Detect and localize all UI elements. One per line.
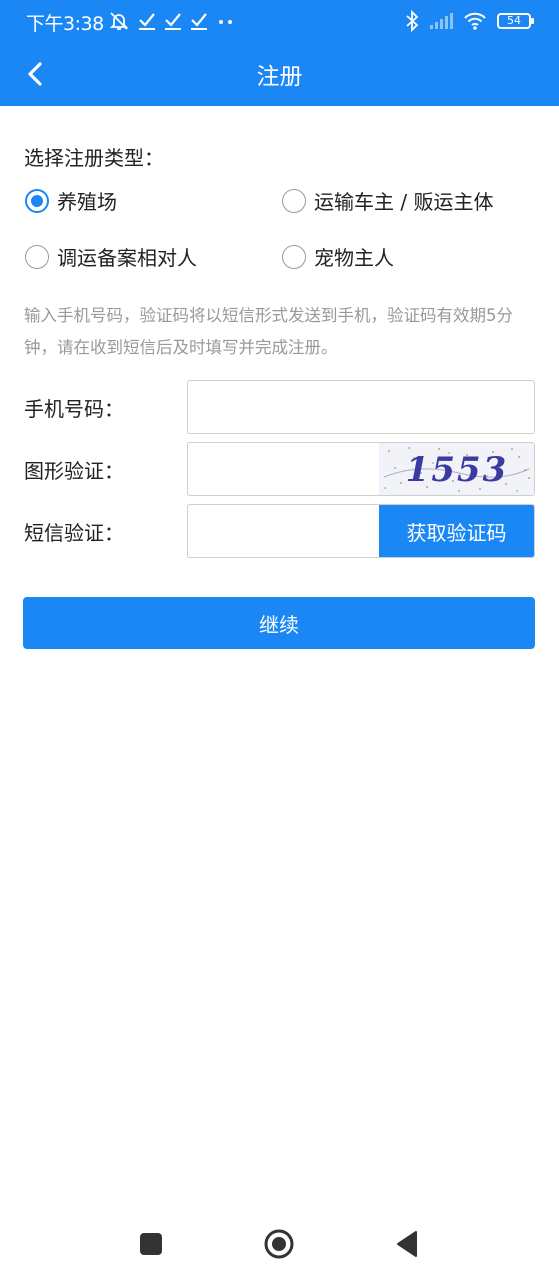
sms-code-input[interactable] [188,505,380,557]
check-icon [139,13,155,30]
app-bar: 注册 [0,42,559,106]
circle-home-icon [264,1229,294,1259]
radio-unchecked-icon [282,188,306,213]
captcha-field: 1553 [187,442,535,496]
captcha-image[interactable]: 1553 [379,443,534,495]
radio-pet-owner[interactable]: 宠物主人 [282,242,394,271]
radio-label: 宠物主人 [314,246,394,270]
captcha-text: 1553 [406,450,509,490]
sms-label: 短信验证： [24,521,124,545]
phone-field [187,380,535,434]
status-system-icons: 54 [405,8,534,34]
radio-unchecked-icon [282,244,306,269]
battery-icon: 54 [497,13,534,29]
page-title: 注册 [256,64,303,90]
radio-label: 调运备案相对人 [57,246,197,270]
sms-field: 获取验证码 [187,504,535,558]
radio-checked-icon [25,188,49,213]
signal-icon [430,13,453,29]
sms-notice: 输入手机号码，验证码将以短信形式发送到手机，验证码有效期5分钟，请在收到短信后及… [24,306,513,357]
phone-input[interactable] [188,381,534,433]
get-code-button[interactable]: 获取验证码 [379,505,534,557]
check-icon [165,13,181,30]
register-type-label: 选择注册类型： [24,146,164,170]
status-time: 下午3:38 [26,13,104,35]
more-dots-icon [219,20,232,24]
captcha-label: 图形验证： [24,459,124,483]
phone-label: 手机号码： [24,397,124,421]
home-button[interactable] [257,1222,301,1266]
wifi-icon [464,12,486,30]
system-nav-bar [0,1208,559,1280]
captcha-input[interactable] [188,443,380,495]
back-nav-button[interactable] [385,1222,429,1266]
radio-label: 养殖场 [57,190,117,214]
status-notification-icons [108,8,236,34]
mute-bell-icon [109,12,129,30]
radio-transport-owner[interactable]: 运输车主 / 贩运主体 [282,186,493,215]
check-icon [191,13,207,30]
continue-button[interactable]: 继续 [23,597,535,649]
radio-unchecked-icon [25,244,49,269]
square-recent-icon [140,1233,162,1255]
triangle-back-icon [397,1231,417,1257]
status-bar: 下午3:38 54 [0,0,559,42]
battery-level: 54 [507,14,521,27]
recent-apps-button[interactable] [129,1222,173,1266]
bluetooth-icon [406,10,419,32]
radio-farm[interactable]: 养殖场 [25,186,117,215]
radio-transfer-filer[interactable]: 调运备案相对人 [25,242,197,271]
radio-label: 运输车主 / 贩运主体 [314,190,494,214]
